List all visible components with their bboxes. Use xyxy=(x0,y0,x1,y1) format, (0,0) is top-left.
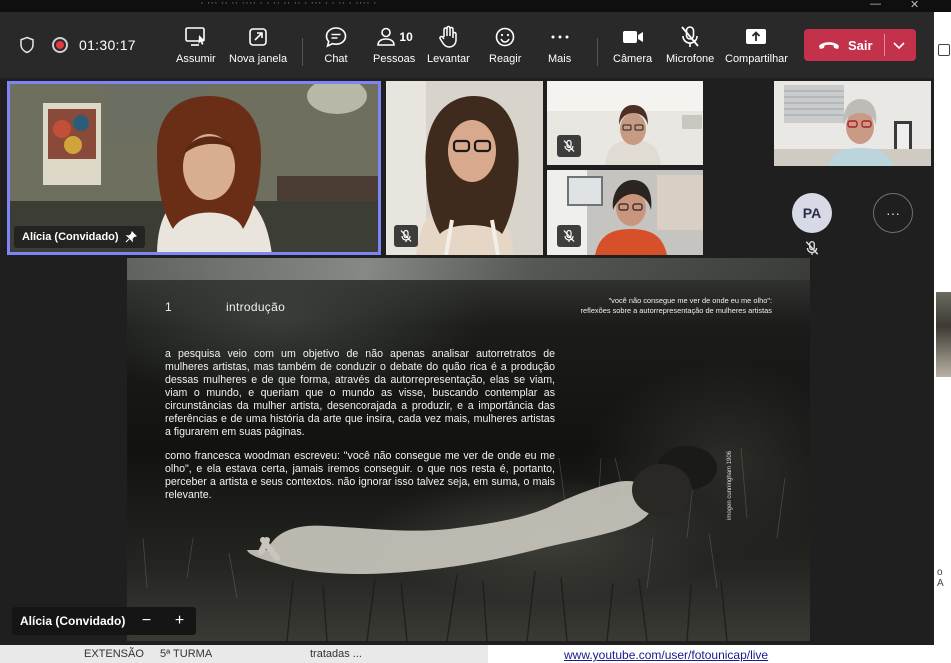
shield-icon xyxy=(20,36,34,54)
more-participants-button[interactable]: ··· xyxy=(873,193,913,233)
background-window: o A xyxy=(934,12,951,663)
new-window-button[interactable]: Nova janela xyxy=(229,24,287,72)
background-window-bottom: EXTENSÃO 5ª TURMA tratadas ... www.youtu… xyxy=(0,645,951,663)
minimize-button[interactable]: — xyxy=(870,0,881,10)
presenter-name-badge: Alícia (Convidado) xyxy=(12,607,134,635)
zoom-in-button[interactable]: + xyxy=(175,612,184,630)
react-icon xyxy=(494,24,516,50)
video-tile-participant-3[interactable] xyxy=(547,81,703,165)
video-tile-participant-2[interactable] xyxy=(386,81,543,255)
pop-out-icon xyxy=(247,24,269,50)
muted-indicator xyxy=(557,135,581,157)
zoom-out-button[interactable]: − xyxy=(142,612,151,630)
toolbar-divider xyxy=(597,38,598,66)
zoom-controls: − + xyxy=(130,607,196,635)
share-icon xyxy=(744,24,768,50)
muted-indicator xyxy=(557,225,581,247)
video-tile-participant-5[interactable] xyxy=(774,81,931,166)
shared-slide: 1 introdução "você não consegue me ver d… xyxy=(127,258,810,641)
teams-meeting-window: · ··· ·· ·· ···· · · ·· ·· ·· · ··· · · … xyxy=(0,0,951,663)
participant-count: 10 xyxy=(399,30,413,44)
participant-name-badge: Alícia (Convidado) xyxy=(14,226,145,248)
slide-paragraph: como francesca woodman escreveu: "você n… xyxy=(165,450,555,501)
photo-credit: imogen cunningham 1906 xyxy=(727,450,733,520)
mic-off-icon xyxy=(679,24,701,50)
camera-icon xyxy=(621,24,645,50)
take-control-button[interactable]: Assumir xyxy=(176,24,216,72)
slide-number: 1 xyxy=(165,300,172,314)
react-button[interactable]: Reagir xyxy=(489,24,521,72)
window-title: · ··· ·· ·· ···· · · ·· ·· ·· · ··· · · … xyxy=(200,0,377,9)
mic-off-icon xyxy=(563,229,575,242)
pin-icon[interactable] xyxy=(125,231,137,243)
muted-indicator xyxy=(394,225,418,247)
raise-hand-button[interactable]: Levantar xyxy=(427,24,470,72)
background-text: o A xyxy=(937,567,944,589)
video-tile-alicia[interactable]: Alícia (Convidado) xyxy=(7,81,381,255)
close-window-button[interactable]: ✕ xyxy=(910,0,919,11)
background-text: EXTENSÃO xyxy=(84,648,144,660)
meeting-timer: 01:30:17 xyxy=(79,37,136,53)
meeting-status: 01:30:17 xyxy=(18,36,136,54)
take-control-icon xyxy=(184,24,208,50)
hang-up-icon xyxy=(819,42,839,49)
meeting-toolbar: 01:30:17 Assumir Nova janela Chat 10 Pes… xyxy=(0,12,934,78)
leave-button[interactable]: Sair xyxy=(804,29,916,61)
slide-paragraph: a pesquisa veio com um objetivo de não a… xyxy=(165,348,555,438)
window-title-bar: · ··· ·· ·· ···· · · ·· ·· ·· · ··· · · … xyxy=(0,0,951,12)
slide-title: introdução xyxy=(226,300,286,314)
avatar[interactable]: PA xyxy=(792,193,832,233)
background-text: tratadas ... xyxy=(310,648,362,660)
background-text: 5ª TURMA xyxy=(160,648,213,660)
mic-off-icon xyxy=(400,229,412,242)
people-icon: 10 xyxy=(375,24,413,50)
video-tile-participant-4[interactable] xyxy=(547,170,703,255)
toolbar-divider xyxy=(302,38,303,66)
share-icon[interactable] xyxy=(938,44,950,56)
mic-off-icon xyxy=(563,139,575,152)
chat-button[interactable]: Chat xyxy=(324,24,348,72)
leave-label: Sair xyxy=(848,37,873,53)
more-icon xyxy=(549,24,571,50)
more-actions-button[interactable]: Mais xyxy=(548,24,571,72)
mic-off-icon xyxy=(805,241,819,255)
people-button[interactable]: 10 Pessoas xyxy=(373,24,415,72)
youtube-link[interactable]: www.youtube.com/user/fotounicap/live xyxy=(564,648,768,662)
chevron-down-icon[interactable] xyxy=(892,38,906,52)
recording-indicator-icon xyxy=(52,37,68,53)
microphone-button[interactable]: Microfone xyxy=(666,24,714,72)
raise-hand-icon xyxy=(437,24,459,50)
slide-body: a pesquisa veio com um objetivo de não a… xyxy=(165,348,555,502)
slide-quote: "você não consegue me ver de onde eu me … xyxy=(580,296,772,315)
camera-button[interactable]: Câmera xyxy=(613,24,652,72)
participant-video xyxy=(774,81,931,166)
chat-icon xyxy=(324,24,348,50)
share-button[interactable]: Compartilhar xyxy=(725,24,788,72)
